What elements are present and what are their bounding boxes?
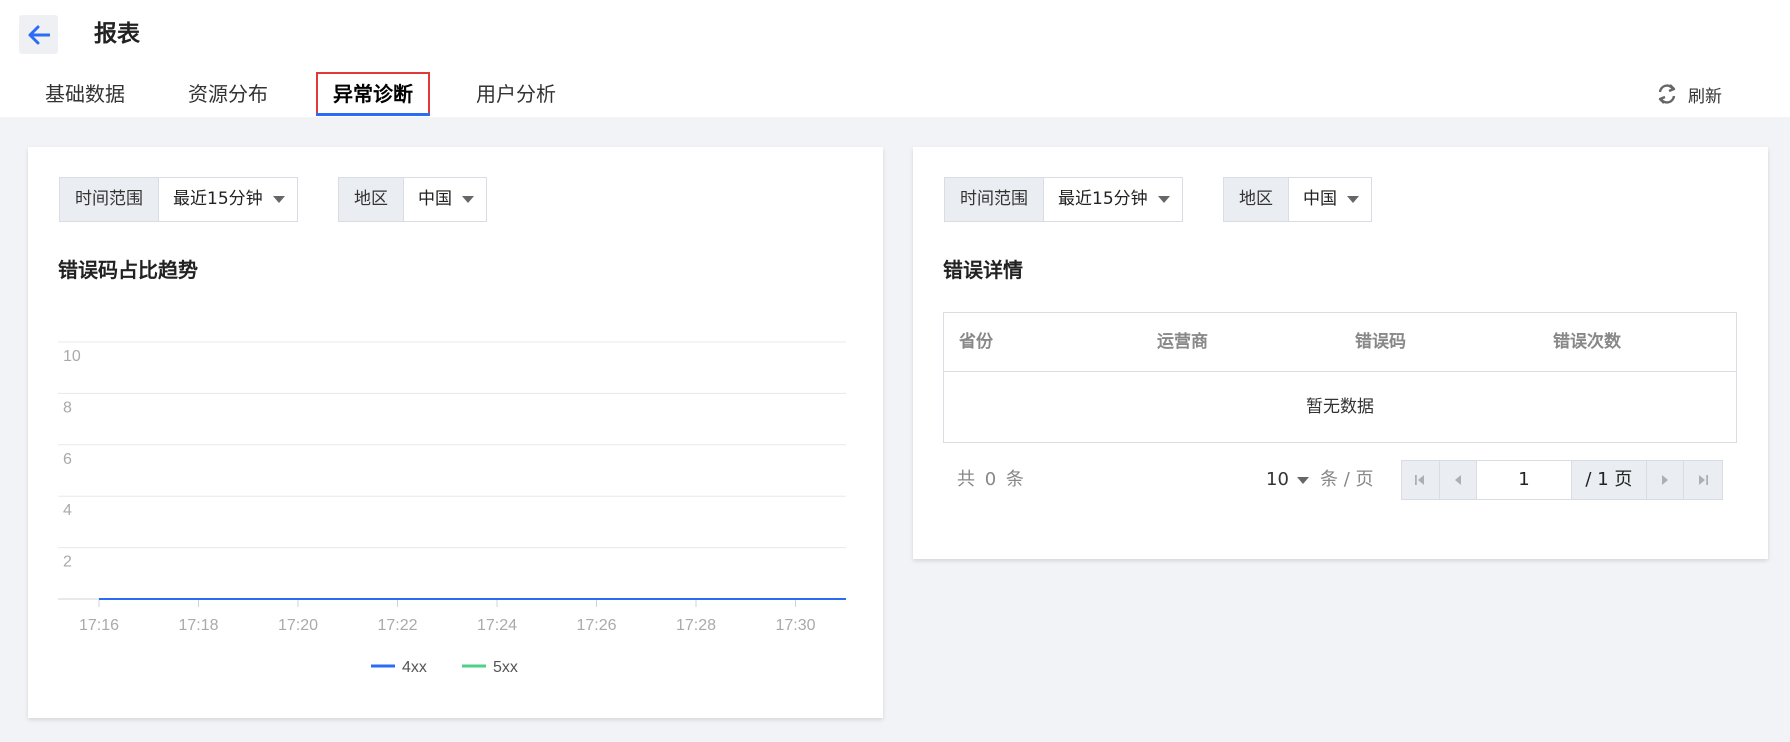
pagination-nav: 1 / 1 页 bbox=[1401, 460, 1723, 500]
next-page-icon bbox=[1662, 475, 1669, 485]
tab-anomaly-diagnosis[interactable]: 异常诊断 bbox=[316, 72, 430, 117]
table-header: 省份 运营商 错误码 错误次数 bbox=[944, 313, 1736, 372]
tab-bar: 基础数据 资源分布 异常诊断 用户分析 bbox=[0, 72, 1790, 117]
total-pages: / 1 页 bbox=[1571, 461, 1647, 499]
last-page-button[interactable] bbox=[1684, 461, 1722, 499]
error-detail-table: 省份 运营商 错误码 错误次数 暂无数据 bbox=[943, 312, 1737, 443]
page-title: 报表 bbox=[94, 21, 140, 47]
x-tick-label: 17:20 bbox=[278, 617, 318, 634]
legend-label-4xx: 4xx bbox=[402, 659, 427, 676]
prev-page-icon bbox=[1454, 475, 1461, 485]
error-trend-chart: 2 4 6 8 10 17:16 17:18 17:20 17:22 17:24 17:26 17:2… bbox=[58, 341, 846, 676]
error-trend-card: 时间范围 最近15分钟 地区 中国 错误码占比趋势 2 4 6 8 10 17:16 17:… bbox=[28, 147, 883, 718]
total-count: 共 0 条 bbox=[957, 460, 1026, 500]
x-tick-label: 17:24 bbox=[477, 617, 517, 634]
x-tick-label: 17:26 bbox=[576, 617, 616, 634]
refresh-label: 刷新 bbox=[1688, 86, 1722, 107]
column-header-error-count[interactable]: 错误次数 bbox=[1553, 313, 1621, 372]
back-button[interactable] bbox=[19, 15, 58, 54]
column-header-province[interactable]: 省份 bbox=[959, 313, 993, 372]
page-size-unit: 条 / 页 bbox=[1320, 469, 1374, 490]
region-label: 地区 bbox=[1224, 178, 1289, 221]
last-page-icon bbox=[1699, 475, 1709, 485]
time-range-filter: 时间范围 最近15分钟 bbox=[944, 177, 1183, 222]
x-tick-label: 17:30 bbox=[775, 617, 815, 634]
column-header-error-code[interactable]: 错误码 bbox=[1355, 313, 1406, 372]
total-prefix: 共 bbox=[957, 469, 977, 490]
time-range-label: 时间范围 bbox=[945, 178, 1044, 221]
prev-page-button[interactable] bbox=[1439, 461, 1478, 499]
error-detail-card: 时间范围 最近15分钟 地区 中国 错误详情 省份 运营商 错误码 错误次数 暂… bbox=[913, 147, 1768, 559]
table-empty-message: 暂无数据 bbox=[1306, 397, 1374, 417]
top-bar: 报表 基础数据 资源分布 异常诊断 用户分析 刷新 bbox=[0, 0, 1790, 117]
refresh-button[interactable]: 刷新 bbox=[1656, 82, 1722, 107]
x-tick-label: 17:16 bbox=[79, 617, 119, 634]
tab-resource-distribution[interactable]: 资源分布 bbox=[185, 72, 271, 117]
time-range-value: 最近15分钟 bbox=[1058, 189, 1148, 209]
table-title: 错误详情 bbox=[943, 258, 1023, 282]
column-header-carrier[interactable]: 运营商 bbox=[1157, 313, 1208, 372]
next-page-button[interactable] bbox=[1646, 461, 1685, 499]
chevron-down-icon bbox=[1347, 196, 1359, 203]
time-range-select[interactable]: 最近15分钟 bbox=[1044, 178, 1182, 221]
refresh-icon bbox=[1658, 84, 1676, 104]
x-tick-label: 17:28 bbox=[676, 617, 716, 634]
total-suffix: 条 bbox=[1005, 469, 1026, 490]
first-page-button[interactable] bbox=[1402, 461, 1440, 499]
y-tick-label: 4 bbox=[63, 502, 72, 519]
page-number-input[interactable]: 1 bbox=[1477, 461, 1572, 499]
region-value: 中国 bbox=[1303, 189, 1337, 209]
page-size-select[interactable]: 10 bbox=[1266, 460, 1309, 500]
first-page-icon bbox=[1415, 475, 1425, 485]
arrow-left-icon bbox=[28, 25, 50, 44]
chevron-down-icon bbox=[1157, 196, 1170, 203]
chevron-down-icon bbox=[1296, 476, 1309, 484]
y-tick-label: 8 bbox=[63, 399, 72, 416]
x-tick-label: 17:22 bbox=[377, 617, 417, 634]
tab-user-analysis[interactable]: 用户分析 bbox=[473, 72, 559, 117]
legend-label-5xx: 5xx bbox=[493, 659, 518, 676]
total-value: 0 bbox=[984, 469, 999, 490]
page-size-value: 10 bbox=[1266, 469, 1289, 490]
region-select[interactable]: 中国 bbox=[1289, 178, 1371, 221]
y-tick-label: 2 bbox=[63, 554, 72, 571]
y-tick-label: 6 bbox=[63, 451, 72, 468]
x-tick-label: 17:18 bbox=[178, 617, 218, 634]
y-tick-label: 10 bbox=[63, 348, 81, 365]
region-filter: 地区 中国 bbox=[1223, 177, 1372, 222]
tab-basic-data[interactable]: 基础数据 bbox=[42, 72, 128, 117]
active-tab-underline bbox=[316, 113, 430, 116]
